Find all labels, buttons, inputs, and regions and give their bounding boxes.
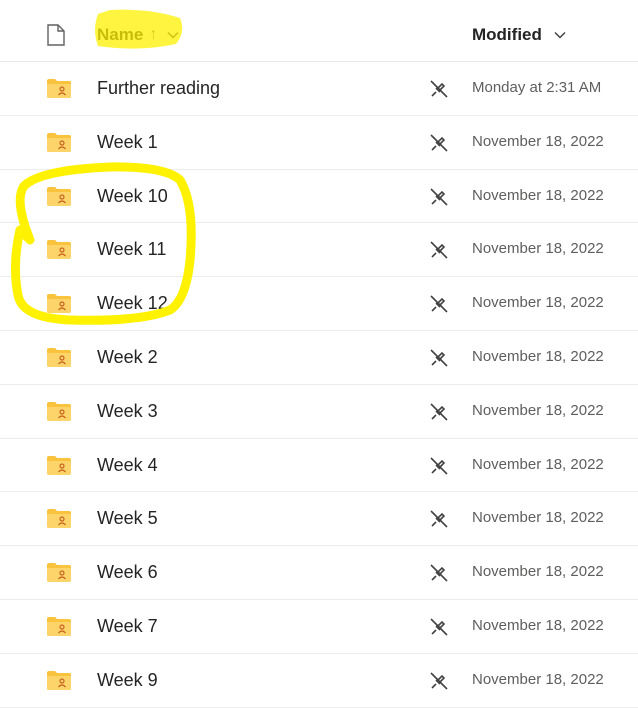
share-off-icon[interactable]	[430, 618, 448, 636]
shared-folder-icon	[47, 347, 71, 367]
modified-date: Monday at 2:31 AM	[472, 79, 602, 96]
file-name[interactable]: Week 3	[97, 400, 158, 422]
chevron-down-icon[interactable]	[167, 31, 179, 39]
file-name[interactable]: Week 2	[97, 346, 158, 368]
list-item[interactable]: Week 3 November 18, 2022	[0, 385, 638, 439]
list-header: Name ↑ Modified	[0, 0, 638, 62]
document-icon	[47, 24, 65, 46]
modified-date: November 18, 2022	[472, 455, 604, 473]
shared-folder-icon	[47, 509, 71, 529]
share-off-icon[interactable]	[430, 672, 448, 690]
shared-folder-icon	[47, 455, 71, 475]
file-name[interactable]: Week 7	[97, 615, 158, 637]
file-name[interactable]: Week 10	[97, 185, 168, 207]
share-off-icon[interactable]	[430, 349, 448, 367]
name-column-label: Name	[97, 25, 144, 44]
shared-folder-icon	[47, 240, 71, 260]
share-off-icon[interactable]	[430, 564, 448, 582]
modified-date: November 18, 2022	[472, 347, 604, 365]
list-item[interactable]: Week 4 November 18, 2022	[0, 439, 638, 493]
file-name[interactable]: Further reading	[97, 77, 220, 99]
modified-date: November 18, 2022	[472, 240, 604, 258]
modified-date: November 18, 2022	[472, 132, 604, 150]
file-name[interactable]: Week 1	[97, 131, 158, 153]
list-item[interactable]: Week 12 November 18, 2022	[0, 277, 638, 331]
modified-column-label: Modified	[472, 25, 542, 44]
shared-folder-icon	[47, 563, 71, 583]
modified-date: November 18, 2022	[472, 186, 604, 204]
share-off-icon[interactable]	[430, 188, 448, 206]
list-item[interactable]: Week 11 November 18, 2022	[0, 223, 638, 278]
file-name[interactable]: Week 9	[97, 669, 158, 691]
modified-date: November 18, 2022	[472, 509, 604, 527]
share-off-icon[interactable]	[430, 80, 448, 98]
list-item[interactable]: Week 5 November 18, 2022	[0, 492, 638, 547]
file-name[interactable]: Week 5	[97, 507, 158, 529]
modified-date: November 18, 2022	[472, 616, 604, 634]
share-off-icon[interactable]	[430, 241, 448, 259]
modified-column-header[interactable]: Modified	[472, 22, 566, 48]
shared-folder-icon	[47, 132, 71, 152]
list-item[interactable]: Week 10 November 18, 2022	[0, 170, 638, 224]
list-item[interactable]: Week 2 November 18, 2022	[0, 331, 638, 385]
file-name[interactable]: Week 12	[97, 292, 168, 314]
modified-date: November 18, 2022	[472, 670, 604, 688]
shared-folder-icon	[47, 616, 71, 636]
share-off-icon[interactable]	[430, 457, 448, 475]
share-off-icon[interactable]	[430, 403, 448, 421]
list-item[interactable]: Week 6 November 18, 2022	[0, 546, 638, 600]
file-list: Further reading Monday at 2:31 AM Week 1…	[0, 62, 638, 708]
list-item[interactable]: Further reading Monday at 2:31 AM	[0, 62, 638, 116]
file-name[interactable]: Week 6	[97, 561, 158, 583]
modified-date: November 18, 2022	[472, 401, 604, 419]
file-name[interactable]: Week 4	[97, 454, 158, 476]
shared-folder-icon	[47, 401, 71, 421]
shared-folder-icon	[47, 670, 71, 690]
share-off-icon[interactable]	[430, 134, 448, 152]
file-name[interactable]: Week 11	[97, 238, 166, 260]
list-item[interactable]: Week 9 November 18, 2022	[0, 654, 638, 708]
shared-folder-icon	[47, 79, 71, 98]
share-off-icon[interactable]	[430, 510, 448, 528]
modified-date: November 18, 2022	[472, 294, 604, 312]
list-item[interactable]: Week 7 November 18, 2022	[0, 600, 638, 654]
list-item[interactable]: Week 1 November 18, 2022	[0, 116, 638, 170]
share-off-icon[interactable]	[430, 295, 448, 313]
chevron-down-icon[interactable]	[554, 31, 566, 39]
modified-date: November 18, 2022	[472, 563, 604, 581]
shared-folder-icon	[47, 186, 71, 206]
name-column-header[interactable]: Name ↑	[97, 22, 179, 48]
sort-ascending-icon: ↑	[149, 26, 158, 43]
shared-folder-icon	[47, 294, 71, 314]
